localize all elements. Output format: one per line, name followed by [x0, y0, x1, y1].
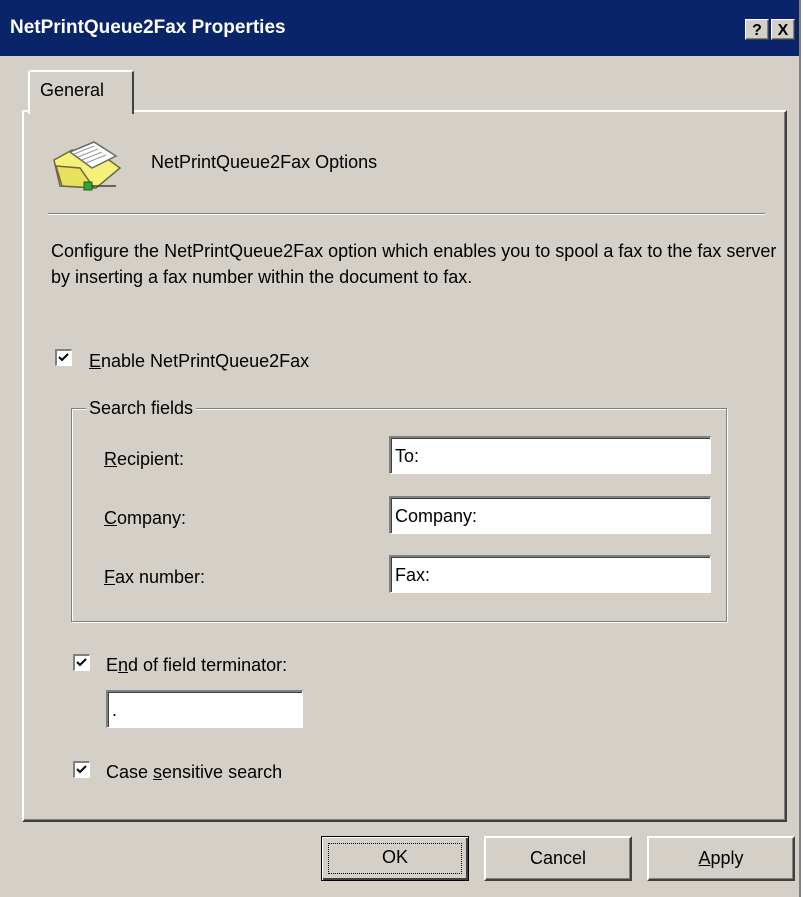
enable-label[interactable]: Enable NetPrintQueue2Fax	[89, 351, 309, 372]
checkmark-icon	[76, 658, 87, 667]
case-sensitive-checkbox[interactable]	[73, 761, 90, 778]
checkmark-icon	[76, 765, 87, 774]
company-label: Company:	[104, 508, 187, 528]
apply-button[interactable]: Apply	[647, 836, 795, 881]
help-button[interactable]: ?	[745, 19, 769, 40]
cancel-button[interactable]: Cancel	[484, 836, 632, 881]
folder-printer-icon	[53, 141, 122, 191]
checkmark-icon	[58, 353, 69, 362]
title-bar[interactable]: NetPrintQueue2Fax Properties ? X	[0, 0, 799, 56]
options-heading: NetPrintQueue2Fax Options	[151, 152, 378, 172]
search-fields-title: Search fields	[86, 398, 197, 419]
properties-dialog: NetPrintQueue2Fax Properties ? X General…	[0, 0, 801, 897]
recipient-field[interactable]: To:	[389, 436, 711, 474]
recipient-label: Recipient:	[104, 449, 185, 469]
terminator-field[interactable]: .	[106, 690, 303, 728]
fax-number-label: Fax number:	[104, 567, 206, 587]
ok-button[interactable]: OK	[321, 836, 469, 881]
company-field[interactable]: Company:	[389, 496, 711, 534]
tab-general[interactable]: General	[28, 70, 134, 114]
terminator-checkbox[interactable]	[73, 654, 90, 671]
case-sensitive-label[interactable]: Case sensitive search	[106, 762, 282, 783]
enable-checkbox[interactable]	[55, 349, 72, 366]
separator	[48, 213, 765, 215]
window-title: NetPrintQueue2Fax Properties	[10, 17, 286, 38]
fax-number-field[interactable]: Fax:	[389, 555, 711, 593]
description-text: Configure the NetPrintQueue2Fax option w…	[51, 241, 777, 287]
close-button[interactable]: X	[771, 19, 795, 40]
apply-mnemonic: A	[698, 848, 711, 868]
cancel-label: Cancel	[529, 848, 587, 868]
apply-label: pply	[710, 848, 744, 868]
tab-general-label: General	[40, 80, 105, 100]
focus-rect	[328, 843, 462, 874]
terminator-label[interactable]: End of field terminator:	[106, 655, 287, 676]
